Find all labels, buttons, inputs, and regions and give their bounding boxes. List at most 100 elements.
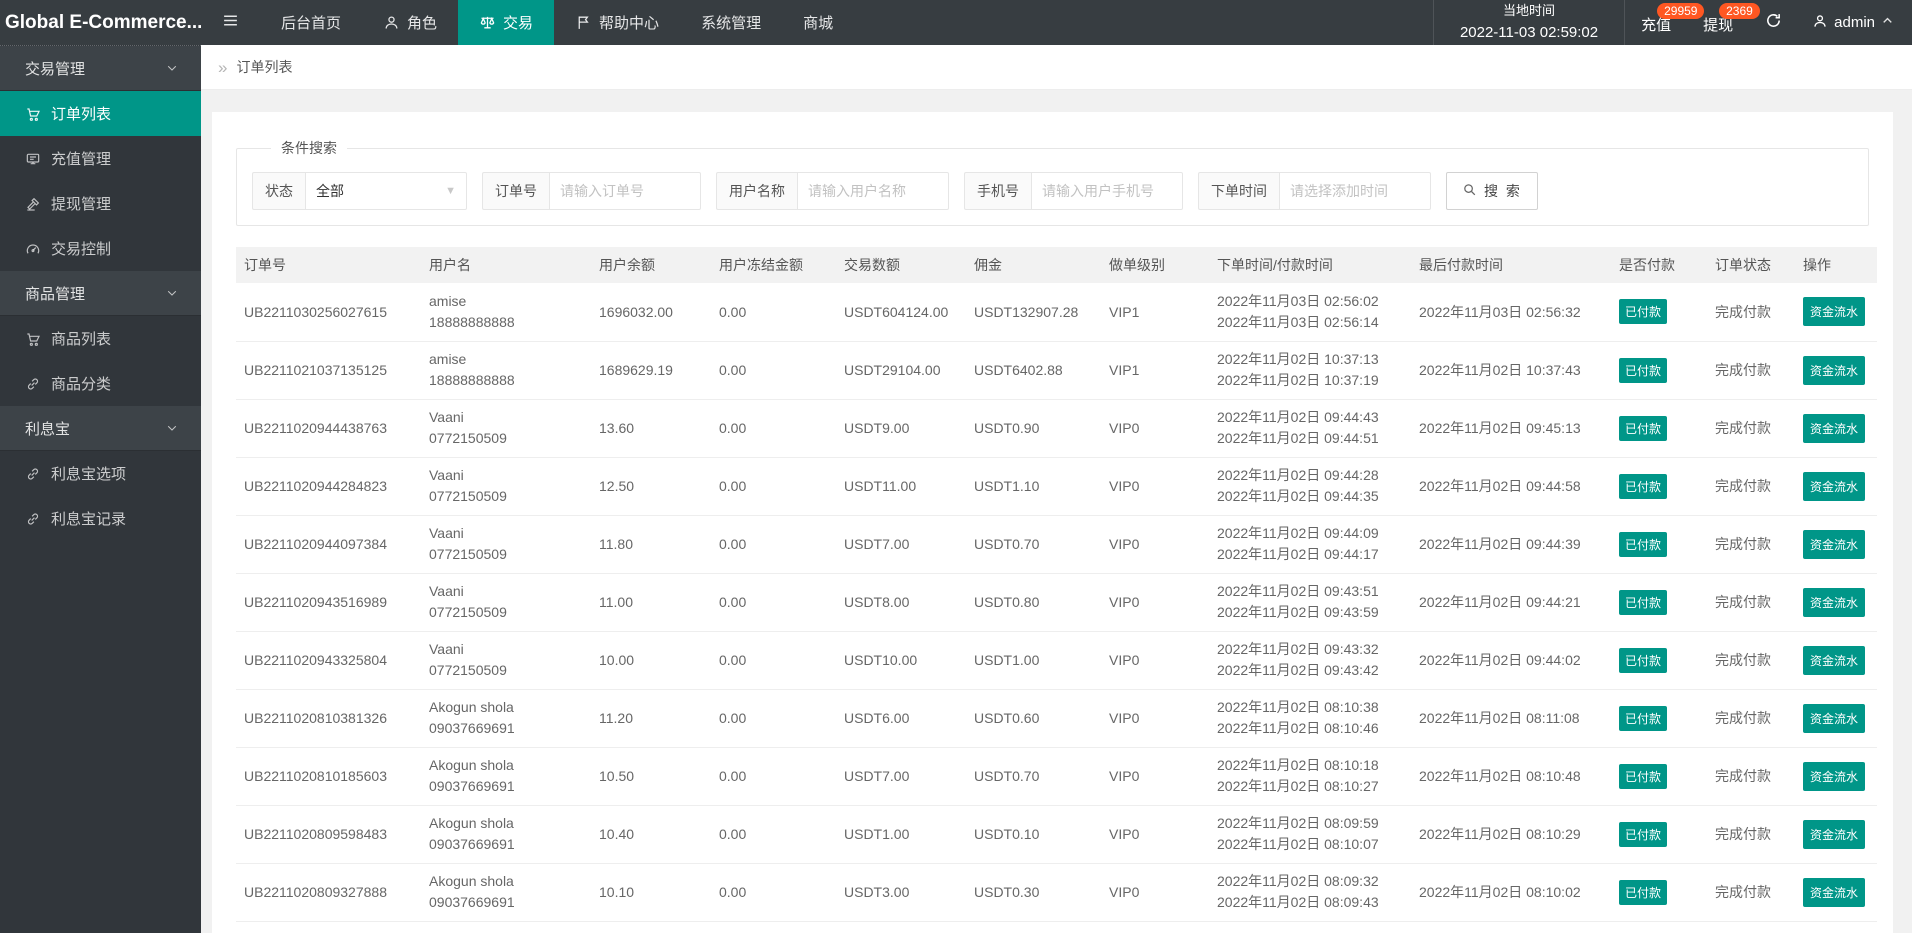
order-no-input[interactable] [549, 172, 701, 210]
sidebar-group-trade-manage[interactable]: 交易管理 [0, 46, 201, 91]
last-pay-time-cell: 2022年11月03日 02:56:32 [1411, 283, 1611, 342]
balance-cell: 11.20 [591, 689, 711, 748]
order-no-cell: UB2211020944438763 [236, 399, 421, 458]
user-cell: Akogun shola 09037669691 [421, 689, 591, 748]
level-cell: VIP0 [1101, 515, 1209, 574]
frozen-cell: 0.00 [711, 689, 836, 748]
column-header: 订单状态 [1707, 247, 1795, 283]
filter-bar: 状态 全部 ▼ 订单号 用户名称 手机号 下单时间 搜 索 [252, 172, 1853, 210]
order-no-filter-group: 订单号 [482, 172, 701, 210]
column-header: 用户名 [421, 247, 591, 283]
sidebar-group-label: 利息宝 [25, 420, 71, 438]
nav-item-mall[interactable]: 商城 [782, 0, 854, 45]
commission-cell: USDT0.60 [966, 689, 1101, 748]
sidebar-toggle-button[interactable] [201, 0, 260, 45]
order-status-cell: 完成付款 [1707, 805, 1795, 864]
status-select[interactable]: 全部 ▼ [305, 172, 467, 210]
sidebar-item-withdraw-manage[interactable]: 提现管理 [0, 181, 201, 226]
sidebar-item-label: 利息宝记录 [51, 511, 127, 528]
nav-item-label: 帮助中心 [599, 15, 660, 32]
sidebar-item-goods-category[interactable]: 商品分类 [0, 361, 201, 406]
fund-flow-button[interactable]: 资金流水 [1803, 297, 1866, 327]
order-pay-time-cell: 2022年11月02日 09:43:51 2022年11月02日 09:43:59 [1209, 573, 1411, 632]
sidebar-item-recharge-manage[interactable]: 充值管理 [0, 136, 201, 181]
amount-cell: USDT7.00 [836, 515, 966, 574]
sidebar-item-trade-control[interactable]: 交易控制 [0, 226, 201, 271]
level-cell: VIP0 [1101, 399, 1209, 458]
level-cell: VIP1 [1101, 341, 1209, 400]
fund-flow-button[interactable]: 资金流水 [1803, 587, 1866, 617]
fund-flow-button[interactable]: 资金流水 [1803, 355, 1866, 385]
recharge-link[interactable]: 充值 29959 [1625, 0, 1705, 45]
fund-flow-button[interactable]: 资金流水 [1803, 703, 1866, 733]
content-area: 条件搜索 状态 全部 ▼ 订单号 用户名称 手机号 下单时间 搜 索 [201, 90, 1912, 933]
sidebar-group-lixibao[interactable]: 利息宝 [0, 406, 201, 451]
table-row: UB2211020809327888 Akogun shola 0903766969… [236, 863, 1877, 922]
amount-cell: USDT11.00 [836, 457, 966, 516]
user-menu[interactable]: admin [1798, 0, 1912, 45]
board-icon [25, 151, 41, 167]
order-pay-time-cell: 2022年11月02日 09:44:09 2022年11月02日 09:44:17 [1209, 515, 1411, 574]
frozen-cell: 0.00 [711, 457, 836, 516]
order-no-cell: UB2211020943325804 [236, 631, 421, 690]
nav-item-home[interactable]: 后台首页 [260, 0, 362, 45]
order-status-cell: 完成付款 [1707, 689, 1795, 748]
user-icon [383, 14, 400, 31]
paid-status-badge: 已付款 [1619, 299, 1668, 325]
order-status-cell: 完成付款 [1707, 863, 1795, 922]
frozen-cell: 0.00 [711, 573, 836, 632]
status-filter-group: 状态 全部 ▼ [252, 172, 467, 210]
commission-cell: USDT0.70 [966, 747, 1101, 806]
table-row: UB2211020810381326 Akogun shola 0903766969… [236, 689, 1877, 748]
search-legend: 条件搜索 [281, 140, 337, 156]
withdraw-link[interactable]: 提现 2369 [1687, 0, 1760, 45]
amount-cell: USDT9.00 [836, 399, 966, 458]
last-pay-time-cell: 2022年11月02日 09:44:02 [1411, 631, 1611, 690]
phone-filter-label: 手机号 [964, 172, 1031, 210]
fund-flow-button[interactable]: 资金流水 [1803, 471, 1866, 501]
table-row: UB2211020809598483 Akogun shola 0903766969… [236, 805, 1877, 864]
balance-cell: 11.80 [591, 515, 711, 574]
fund-flow-button[interactable]: 资金流水 [1803, 413, 1866, 443]
level-cell: VIP0 [1101, 573, 1209, 632]
sidebar-item-order-list[interactable]: 订单列表 [0, 91, 201, 136]
hamburger-icon [222, 12, 239, 33]
balance-cell: 12.50 [591, 457, 711, 516]
nav-item-roles[interactable]: 角色 [362, 0, 458, 45]
phone-input[interactable] [1031, 172, 1183, 210]
user-name-filter-group: 用户名称 [716, 172, 949, 210]
nav-item-help[interactable]: 帮助中心 [554, 0, 680, 45]
last-pay-time-cell: 2022年11月02日 09:44:39 [1411, 515, 1611, 574]
nav-item-trade[interactable]: 交易 [458, 0, 555, 45]
local-time-label: 当地时间 [1503, 2, 1556, 18]
action-cell: 资金流水 [1795, 457, 1877, 516]
order-time-input[interactable] [1279, 172, 1431, 210]
amount-cell: USDT7.00 [836, 747, 966, 806]
sidebar-item-goods-list[interactable]: 商品列表 [0, 316, 201, 361]
fund-flow-button[interactable]: 资金流水 [1803, 529, 1866, 559]
sidebar-item-label: 订单列表 [51, 106, 112, 123]
column-header: 订单号 [236, 247, 421, 283]
sidebar-item-lixibao-records[interactable]: 利息宝记录 [0, 496, 201, 541]
fund-flow-button[interactable]: 资金流水 [1803, 819, 1866, 849]
action-cell: 资金流水 [1795, 515, 1877, 574]
paid-cell: 已付款 [1611, 689, 1707, 748]
search-button[interactable]: 搜 索 [1446, 172, 1538, 210]
order-pay-time-cell: 2022年11月03日 02:56:02 2022年11月03日 02:56:14 [1209, 283, 1411, 342]
action-cell: 资金流水 [1795, 631, 1877, 690]
commission-cell: USDT0.30 [966, 863, 1101, 922]
fund-flow-button[interactable]: 资金流水 [1803, 645, 1866, 675]
fund-flow-button[interactable]: 资金流水 [1803, 761, 1866, 791]
column-header: 佣金 [966, 247, 1101, 283]
paid-cell: 已付款 [1611, 399, 1707, 458]
last-pay-time-cell: 2022年11月02日 08:10:02 [1411, 863, 1611, 922]
fund-flow-button[interactable]: 资金流水 [1803, 877, 1866, 907]
nav-item-system[interactable]: 系统管理 [680, 0, 782, 45]
flag-icon [575, 14, 592, 31]
commission-cell: USDT132907.28 [966, 283, 1101, 342]
sidebar-item-lixibao-options[interactable]: 利息宝选项 [0, 451, 201, 496]
sidebar-group-goods-manage[interactable]: 商品管理 [0, 271, 201, 316]
paid-status-badge: 已付款 [1619, 415, 1668, 441]
user-name-input[interactable] [797, 172, 949, 210]
breadcrumb-arrows-icon: » [218, 57, 228, 77]
